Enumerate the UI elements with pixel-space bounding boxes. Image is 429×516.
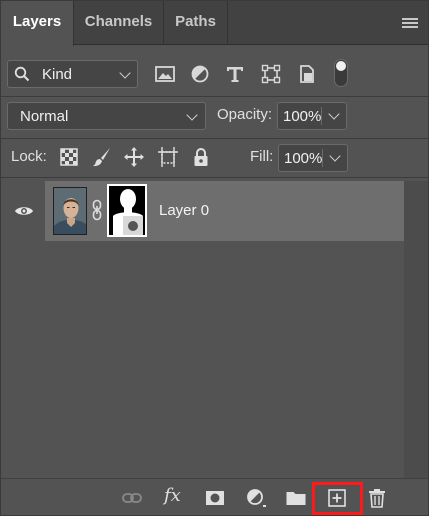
- layer-thumbnail[interactable]: [53, 187, 87, 235]
- lock-artboard-icon[interactable]: [157, 146, 179, 168]
- tab-layers[interactable]: Layers: [1, 1, 74, 46]
- blend-mode-select[interactable]: Normal: [7, 102, 206, 130]
- layer-name[interactable]: Layer 0: [159, 202, 209, 219]
- chevron-down-icon: [119, 67, 131, 79]
- adjustment-filter-icon[interactable]: [189, 63, 211, 85]
- tab-channels[interactable]: Channels: [74, 1, 164, 45]
- lock-position-icon[interactable]: [123, 146, 145, 168]
- chevron-down-icon: [186, 109, 198, 121]
- tab-bar: Layers Channels Paths: [1, 1, 428, 46]
- new-group-icon[interactable]: [285, 487, 307, 509]
- image-filter-icon[interactable]: [154, 63, 176, 85]
- chevron-down-icon[interactable]: [329, 150, 341, 162]
- filter-kind-select[interactable]: Kind: [7, 60, 138, 88]
- layers-panel: Layers Channels Paths Kind Normal Opacit…: [0, 0, 429, 516]
- shape-filter-icon[interactable]: [260, 63, 282, 85]
- divider: [1, 96, 428, 97]
- visibility-toggle[interactable]: [1, 181, 45, 241]
- fx-icon[interactable]: fx: [164, 485, 186, 507]
- link-layers-icon[interactable]: [121, 487, 143, 509]
- divider: [1, 138, 428, 139]
- chevron-down-icon[interactable]: [328, 108, 340, 120]
- bottom-toolbar: fx: [1, 478, 428, 515]
- lock-all-icon[interactable]: [190, 146, 212, 168]
- filter-kind-label: Kind: [42, 66, 73, 83]
- new-layer-highlight: [312, 482, 363, 515]
- layer-mask-thumbnail[interactable]: [107, 184, 147, 237]
- panel-menu-icon[interactable]: [402, 18, 418, 30]
- layers-list: Layer 0: [1, 178, 428, 478]
- mask-link-icon[interactable]: [92, 199, 102, 221]
- layer-row[interactable]: Layer 0: [45, 181, 404, 241]
- smart-object-filter-icon[interactable]: [296, 63, 318, 85]
- lock-label: Lock:: [11, 148, 47, 165]
- new-adjustment-icon[interactable]: [245, 487, 267, 509]
- fill-field[interactable]: 100%: [278, 144, 348, 172]
- filter-toggle[interactable]: [334, 59, 348, 87]
- scrollbar-track[interactable]: [404, 181, 428, 478]
- lock-image-pixels-icon[interactable]: [91, 146, 113, 168]
- opacity-field[interactable]: 100%: [277, 102, 347, 130]
- search-icon: [14, 66, 30, 82]
- eye-icon: [15, 207, 33, 215]
- opacity-value: 100%: [283, 108, 322, 125]
- type-filter-icon[interactable]: [224, 63, 246, 85]
- opacity-label: Opacity:: [217, 106, 273, 123]
- tab-paths[interactable]: Paths: [164, 1, 228, 45]
- delete-layer-icon[interactable]: [366, 487, 388, 509]
- fill-label: Fill:: [250, 148, 274, 165]
- blend-mode-label: Normal: [20, 108, 69, 125]
- add-mask-icon[interactable]: [204, 487, 226, 509]
- lock-transparent-pixels-icon[interactable]: [58, 146, 80, 168]
- fill-value: 100%: [284, 150, 323, 167]
